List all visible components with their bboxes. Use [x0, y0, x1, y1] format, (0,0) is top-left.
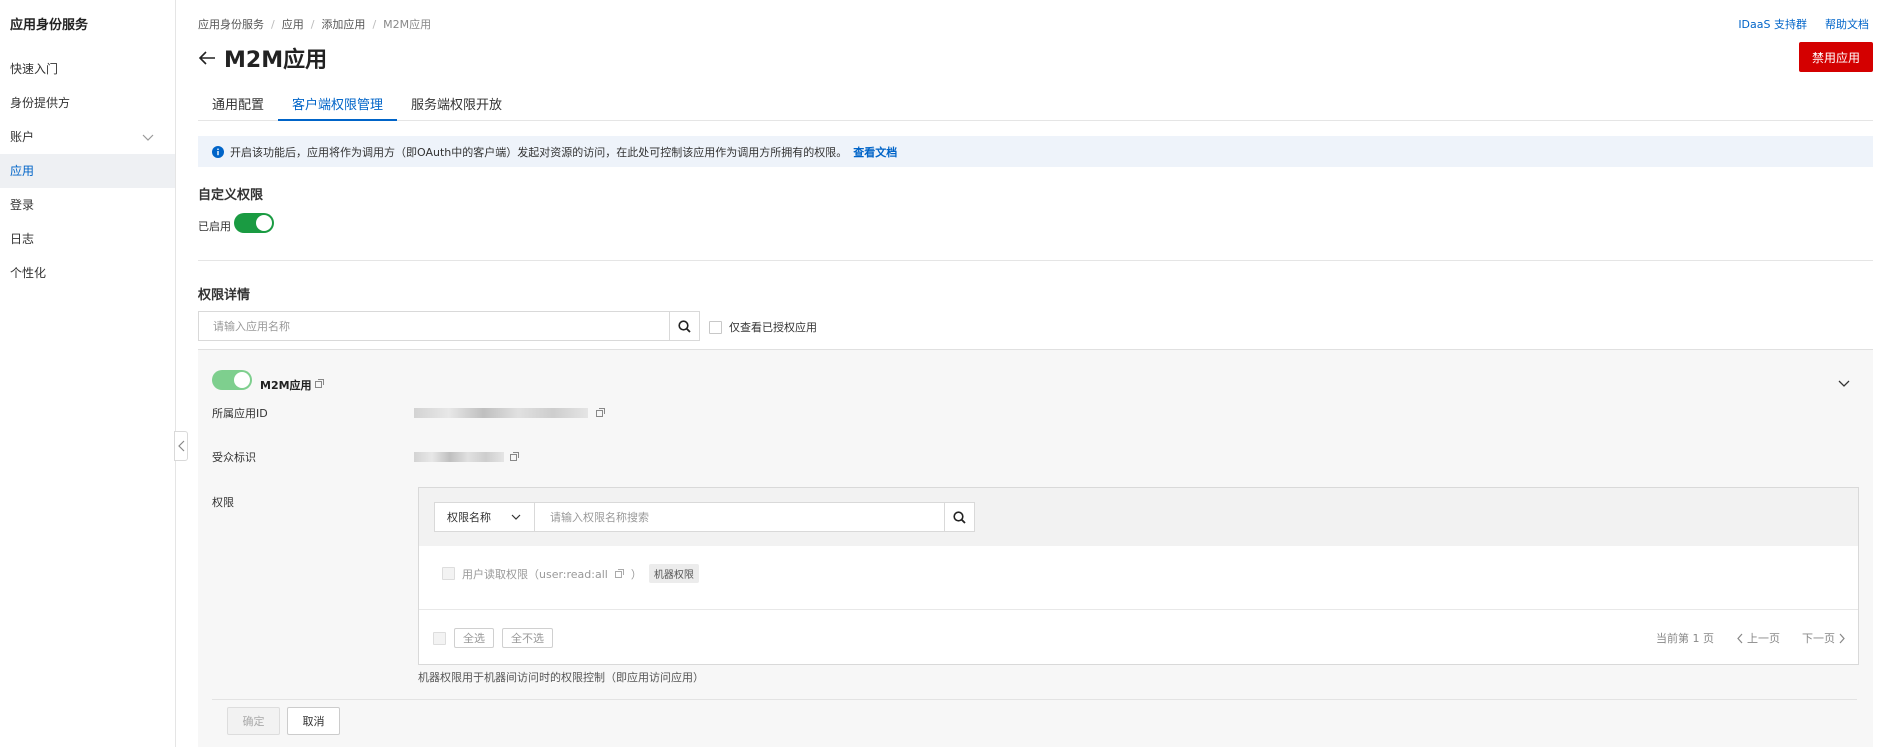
sidebar-item-apps[interactable]: 应用: [0, 154, 175, 188]
tab-server-permissions[interactable]: 服务端权限开放: [397, 88, 516, 121]
audience-value-redacted: [414, 452, 504, 462]
copy-icon[interactable]: [510, 452, 519, 461]
breadcrumb-current: M2M应用: [383, 18, 432, 31]
breadcrumb-separator: /: [271, 17, 275, 31]
external-link-icon[interactable]: [315, 379, 324, 388]
search-icon: [678, 319, 691, 333]
cancel-button[interactable]: 取消: [287, 707, 340, 735]
prev-page-button[interactable]: 上一页: [1736, 630, 1780, 646]
page-title: M2M应用: [198, 42, 327, 74]
only-authorized-filter[interactable]: 仅查看已授权应用: [709, 319, 817, 335]
sidebar-item-quickstart[interactable]: 快速入门: [0, 52, 175, 86]
select-all-button[interactable]: 全选: [454, 628, 494, 648]
only-authorized-label: 仅查看已授权应用: [729, 321, 817, 334]
search-icon: [953, 510, 966, 524]
info-text: 开启该功能后，应用将作为调用方（即OAuth中的客户端）发起对资源的访问，在此处…: [230, 145, 848, 159]
custom-permission-status: 已启用: [198, 220, 231, 233]
chevron-down-icon: [142, 134, 154, 141]
app-id-label: 所属应用ID: [212, 407, 268, 420]
sidebar-item-account[interactable]: 账户: [0, 120, 175, 154]
toggle-knob: [234, 372, 250, 388]
help-docs-link[interactable]: 帮助文档: [1825, 16, 1869, 32]
permission-item-name: 用户读取权限（user:read:all: [462, 567, 608, 581]
permission-filter: 权限名称: [434, 502, 975, 532]
permission-filter-select[interactable]: 权限名称: [435, 503, 535, 531]
back-arrow-icon[interactable]: [198, 50, 216, 66]
tab-client-permissions[interactable]: 客户端权限管理: [278, 88, 398, 121]
info-icon: [212, 145, 224, 158]
section-divider: [198, 260, 1873, 261]
permission-search-input[interactable]: [535, 503, 944, 531]
panel-collapse-chevron-icon[interactable]: [1837, 376, 1851, 390]
only-authorized-checkbox[interactable]: [709, 320, 722, 334]
toggle-knob: [256, 215, 272, 231]
view-docs-link[interactable]: 查看文档: [853, 144, 897, 160]
permission-note: 机器权限用于机器间访问时的权限控制（即应用访问应用）: [418, 671, 704, 684]
tab-general-config[interactable]: 通用配置: [198, 88, 278, 121]
permission-list-footer: 全选 全不选 当前第 1 页 上一页 下一页: [419, 609, 1858, 665]
permission-label: 权限: [212, 496, 234, 509]
disable-app-button[interactable]: 禁用应用: [1799, 42, 1873, 72]
sidebar-item-logs[interactable]: 日志: [0, 222, 175, 256]
sidebar-title: 应用身份服务: [10, 18, 89, 33]
page-info: 当前第 1 页: [1656, 632, 1714, 645]
copy-icon[interactable]: [596, 408, 605, 417]
prev-page-label: 上一页: [1747, 632, 1780, 645]
app-name: M2M应用: [260, 379, 312, 392]
select-all-checkbox[interactable]: [433, 631, 446, 645]
permission-item: 用户读取权限（user:read:all ） 机器权限: [442, 564, 699, 583]
permission-details-title: 权限详情: [198, 288, 251, 303]
permission-item-checkbox[interactable]: [442, 567, 455, 580]
breadcrumb-separator: /: [310, 17, 315, 31]
select-none-button[interactable]: 全不选: [502, 628, 553, 648]
custom-permission-title: 自定义权限: [198, 188, 264, 203]
sidebar-item-identity-provider[interactable]: 身份提供方: [0, 86, 175, 120]
permission-filter-bar: 权限名称: [419, 488, 1858, 546]
permission-type-tag: 机器权限: [648, 564, 699, 583]
support-group-link[interactable]: IDaaS 支持群: [1738, 16, 1807, 32]
sidebar-collapse-handle[interactable]: [174, 431, 188, 461]
info-banner: 开启该功能后，应用将作为调用方（即OAuth中的客户端）发起对资源的访问，在此处…: [198, 136, 1873, 167]
sidebar-item-personalization[interactable]: 个性化: [0, 256, 175, 290]
tab-bar: 通用配置 客户端权限管理 服务端权限开放: [198, 88, 1873, 121]
bulk-select-controls: 全选 全不选: [433, 628, 553, 648]
custom-permission-toggle[interactable]: [234, 213, 274, 233]
audience-label: 受众标识: [212, 451, 256, 464]
app-id-value-redacted: [414, 408, 588, 418]
pagination: 当前第 1 页 上一页 下一页: [1656, 630, 1846, 646]
permission-list-box: 权限名称 用户读取权限（user:read:all ） 机器权限 全选 全不选 …: [418, 487, 1859, 665]
permission-search-button[interactable]: [944, 503, 974, 531]
external-link-icon[interactable]: [614, 569, 624, 578]
app-search-box: [198, 311, 700, 341]
chevron-left-icon: [178, 440, 185, 452]
breadcrumb-item[interactable]: 应用: [282, 16, 304, 32]
app-authorize-toggle[interactable]: [212, 370, 252, 390]
sidebar-item-login[interactable]: 登录: [0, 188, 175, 222]
next-page-label: 下一页: [1802, 632, 1835, 645]
next-page-button[interactable]: 下一页: [1802, 630, 1846, 646]
permission-filter-select-value: 权限名称: [447, 511, 491, 524]
chevron-right-icon: [1839, 633, 1845, 643]
breadcrumb-separator: /: [372, 17, 377, 31]
page-title-text: M2M应用: [224, 48, 328, 73]
breadcrumb-item[interactable]: 应用身份服务: [198, 16, 264, 32]
confirm-button[interactable]: 确定: [227, 707, 280, 735]
sidebar-item-label: 账户: [10, 130, 35, 144]
breadcrumb: 应用身份服务 / 应用 / 添加应用 / M2M应用: [198, 16, 431, 32]
app-search-button[interactable]: [669, 312, 699, 340]
sidebar: 应用身份服务 快速入门 身份提供方 账户 应用 登录 日志 个性化: [0, 0, 176, 747]
chevron-down-icon: [511, 514, 521, 520]
chevron-left-icon: [1737, 633, 1743, 643]
top-links: IDaaS 支持群 帮助文档: [1738, 16, 1869, 32]
actions-divider: [212, 699, 1857, 700]
app-search-input[interactable]: [199, 312, 669, 340]
breadcrumb-item[interactable]: 添加应用: [321, 16, 365, 32]
permission-item-suffix: ）: [630, 567, 642, 581]
